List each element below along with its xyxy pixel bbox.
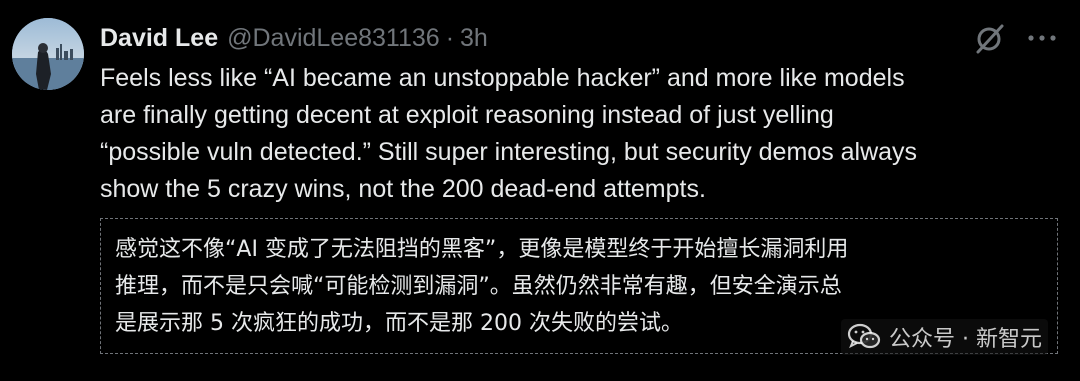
tweet-header: David Lee @DavidLee831136 · 3h xyxy=(100,20,488,56)
watermark-text: 公众号 · 新智元 xyxy=(889,327,1042,352)
author-name[interactable]: David Lee xyxy=(100,24,218,53)
wechat-icon xyxy=(847,323,881,349)
avatar[interactable] xyxy=(12,18,84,90)
watermark: 公众号 · 新智元 xyxy=(841,319,1048,355)
header-separator: · xyxy=(445,23,455,52)
tweet-timestamp[interactable]: 3h xyxy=(460,24,488,53)
grok-icon[interactable] xyxy=(972,22,1006,56)
author-handle[interactable]: @DavidLee831136 xyxy=(227,24,440,53)
tweet-body: Feels less like “AI became an unstoppabl… xyxy=(100,64,918,203)
more-icon[interactable] xyxy=(1026,30,1058,46)
